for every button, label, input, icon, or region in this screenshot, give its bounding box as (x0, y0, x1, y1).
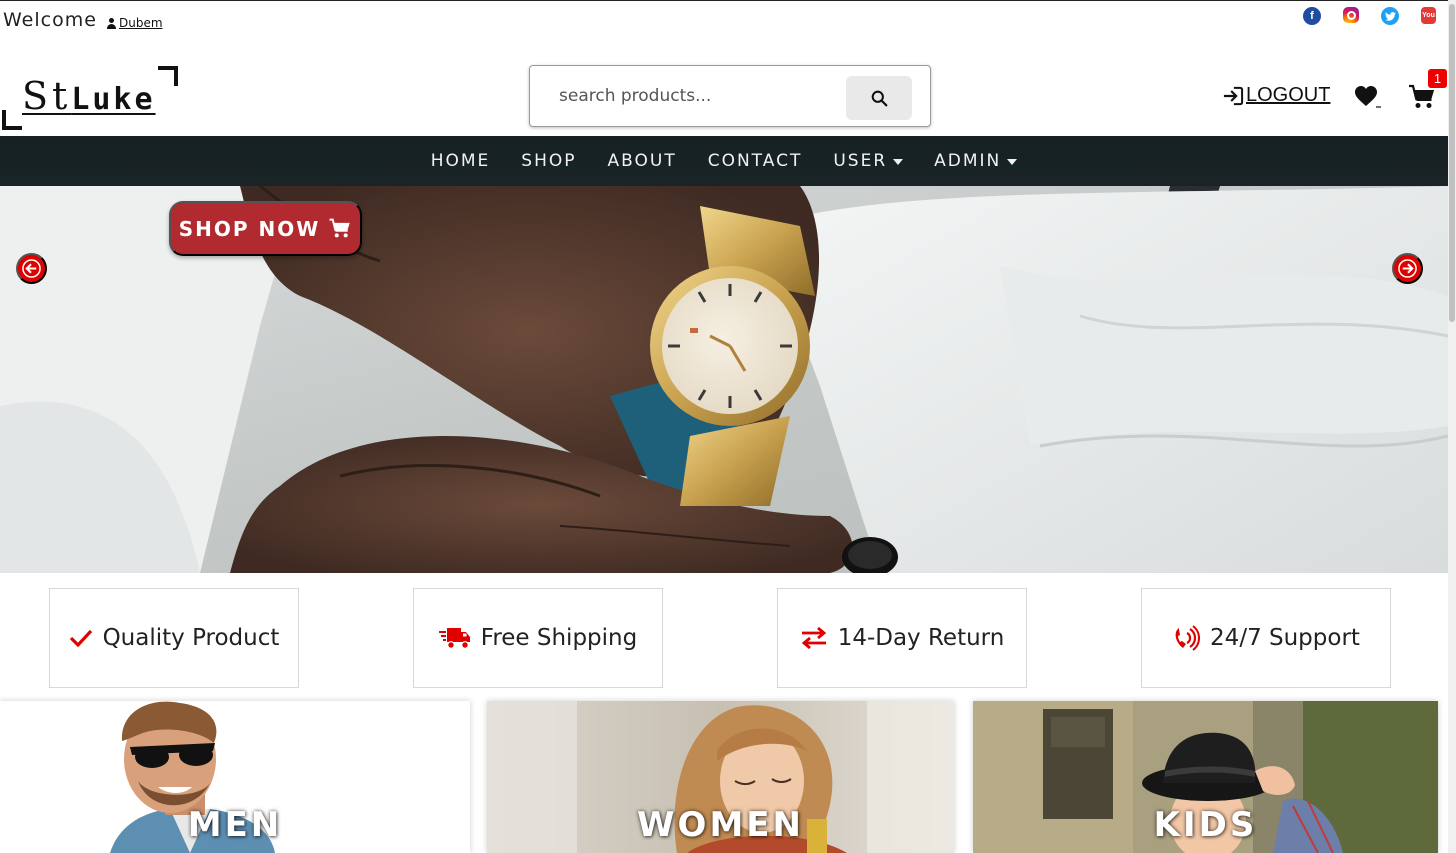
search-icon (871, 90, 887, 106)
category-label-women: WOMEN (637, 805, 804, 845)
site-logo[interactable]: StLuke (2, 66, 178, 130)
nav-about-label: ABOUT (607, 151, 677, 171)
twitter-icon[interactable] (1381, 7, 1399, 25)
nav-home[interactable]: HOME (431, 151, 491, 171)
cart-count-badge: 1 (1428, 69, 1447, 88)
instagram-icon[interactable] (1343, 7, 1359, 23)
facebook-icon[interactable]: f (1303, 7, 1321, 25)
feature-24-7-support: 24/7 Support (1141, 588, 1391, 688)
arrow-left-icon (22, 259, 41, 278)
feature-quality-product: Quality Product (49, 588, 299, 688)
category-card-kids[interactable]: KIDS (973, 701, 1438, 853)
nav-user-dropdown[interactable]: USER (833, 151, 904, 171)
wishlist-heart-icon[interactable] (1355, 86, 1381, 108)
cart-icon (329, 218, 350, 238)
nav-shop[interactable]: SHOP (521, 151, 576, 171)
check-icon (69, 629, 92, 648)
category-label-kids: KIDS (1153, 805, 1258, 845)
logo-corner-bottom-left (2, 110, 22, 130)
logo-sub: Luke (71, 82, 156, 117)
logout-label: LOGOUT (1246, 84, 1331, 106)
feature-label: Free Shipping (480, 625, 638, 651)
nav-user-label: USER (833, 151, 888, 171)
category-card-women[interactable]: WOMEN (487, 701, 954, 853)
user-icon (106, 17, 117, 29)
feature-label: 24/7 Support (1210, 625, 1360, 651)
search-box (529, 65, 931, 127)
logo-corner-top-right (158, 66, 178, 86)
carousel-next-button[interactable] (1392, 253, 1423, 284)
nav-contact-label: CONTACT (707, 151, 803, 171)
shop-now-button[interactable]: SHOP NOW (169, 201, 362, 256)
youtube-icon[interactable]: You (1421, 7, 1436, 24)
username-label: Dubem (119, 16, 163, 30)
user-profile-link[interactable]: Dubem (106, 16, 163, 30)
logo-main: St (22, 74, 72, 118)
scrollbar-thumb[interactable] (1449, 4, 1455, 322)
feature-free-shipping: Free Shipping (413, 588, 663, 688)
nav-shop-label: SHOP (521, 151, 577, 171)
top-border (0, 0, 1456, 1)
nav-home-label: HOME (430, 151, 491, 171)
hero-carousel: SHOP NOW (0, 186, 1448, 573)
sign-in-icon (1223, 86, 1244, 105)
feature-14-day-return: 14-Day Return (777, 588, 1027, 688)
nav-admin-dropdown[interactable]: ADMIN (934, 151, 1018, 171)
arrow-right-icon (1398, 259, 1417, 278)
exchange-arrows-icon (801, 626, 826, 650)
nav-admin-label: ADMIN (934, 151, 1002, 171)
truck-icon (438, 628, 470, 649)
logo-text: StLuke (22, 74, 156, 118)
logout-link[interactable]: LOGOUT (1222, 84, 1330, 107)
social-links: f You (1303, 7, 1436, 25)
nav-about[interactable]: ABOUT (608, 151, 677, 171)
caret-down-icon (1007, 159, 1018, 165)
welcome-text: Welcome (3, 9, 97, 31)
feature-label: 14-Day Return (837, 625, 1005, 651)
category-card-men[interactable]: MEN (0, 701, 470, 853)
search-button[interactable] (846, 76, 912, 120)
category-label-men: MEN (187, 805, 283, 845)
shop-now-label: SHOP NOW (178, 216, 321, 241)
caret-down-icon (893, 159, 904, 165)
phone-volume-icon (1175, 625, 1201, 651)
main-nav: HOME SHOP ABOUT CONTACT USER ADMIN (0, 136, 1448, 186)
search-input[interactable] (544, 76, 834, 116)
nav-contact[interactable]: CONTACT (708, 151, 803, 171)
feature-label: Quality Product (102, 625, 280, 651)
carousel-prev-button[interactable] (16, 253, 47, 284)
